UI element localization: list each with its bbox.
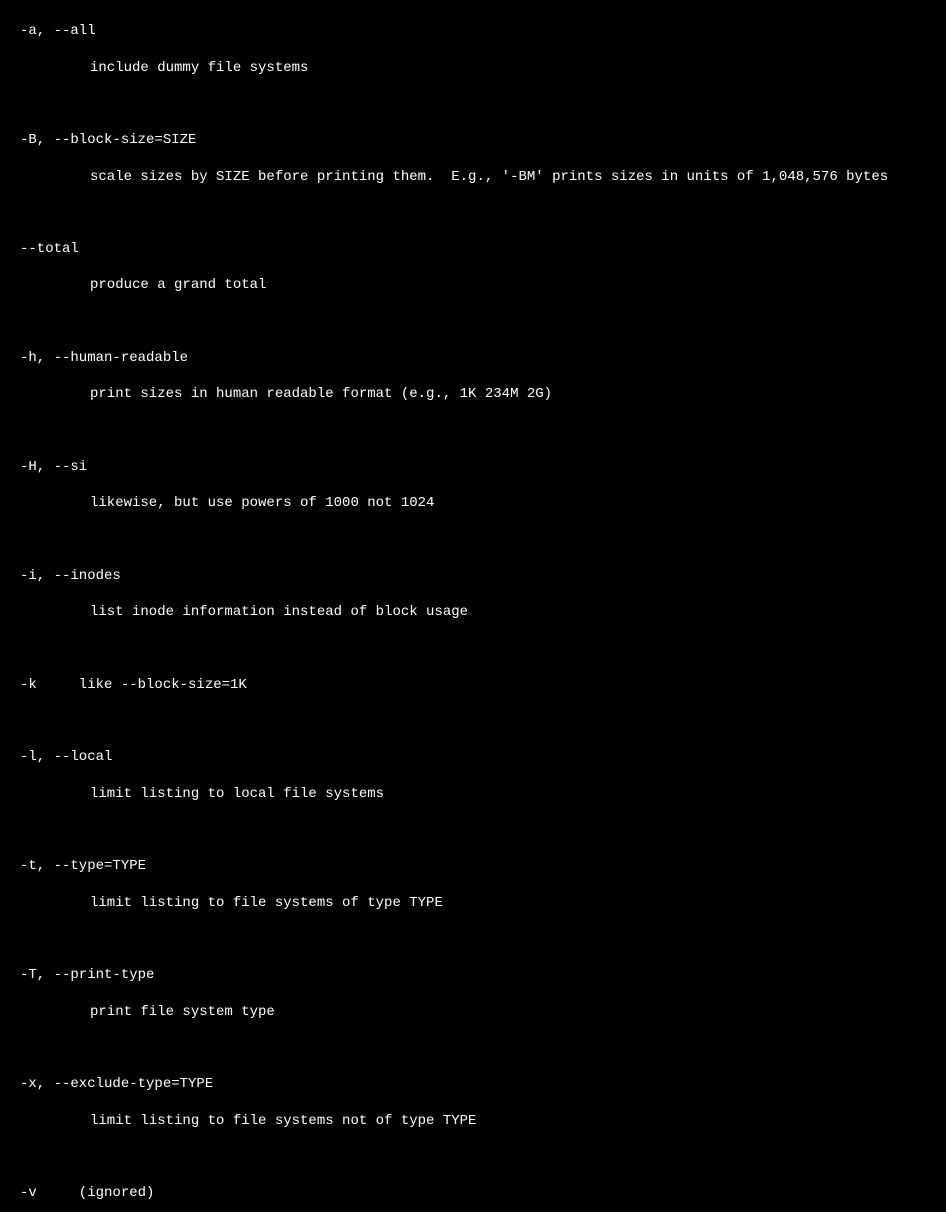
option-flags: -i, --inodes <box>0 567 946 585</box>
option-description: print file system type <box>0 1003 946 1021</box>
option-description: limit listing to file systems not of typ… <box>0 1112 946 1130</box>
option-flags: -B, --block-size=SIZE <box>0 131 946 149</box>
option-description: likewise, but use powers of 1000 not 102… <box>0 494 946 512</box>
option-flags: -l, --local <box>0 748 946 766</box>
option-flags: -h, --human-readable <box>0 349 946 367</box>
option-description: include dummy file systems <box>0 59 946 77</box>
option-flags: -t, --type=TYPE <box>0 857 946 875</box>
option-flags: --total <box>0 240 946 258</box>
option-flags: -T, --print-type <box>0 966 946 984</box>
option-description: limit listing to local file systems <box>0 785 946 803</box>
option-description: produce a grand total <box>0 276 946 294</box>
option-description: limit listing to file systems of type TY… <box>0 894 946 912</box>
man-page-content: -a, --all include dummy file systems -B,… <box>0 4 946 1212</box>
option-flags: -x, --exclude-type=TYPE <box>0 1075 946 1093</box>
option-flags: -v (ignored) <box>0 1184 946 1202</box>
option-description: scale sizes by SIZE before printing them… <box>0 168 946 186</box>
option-flags: -k like --block-size=1K <box>0 676 946 694</box>
option-flags: -H, --si <box>0 458 946 476</box>
option-flags: -a, --all <box>0 22 946 40</box>
option-description: print sizes in human readable format (e.… <box>0 385 946 403</box>
